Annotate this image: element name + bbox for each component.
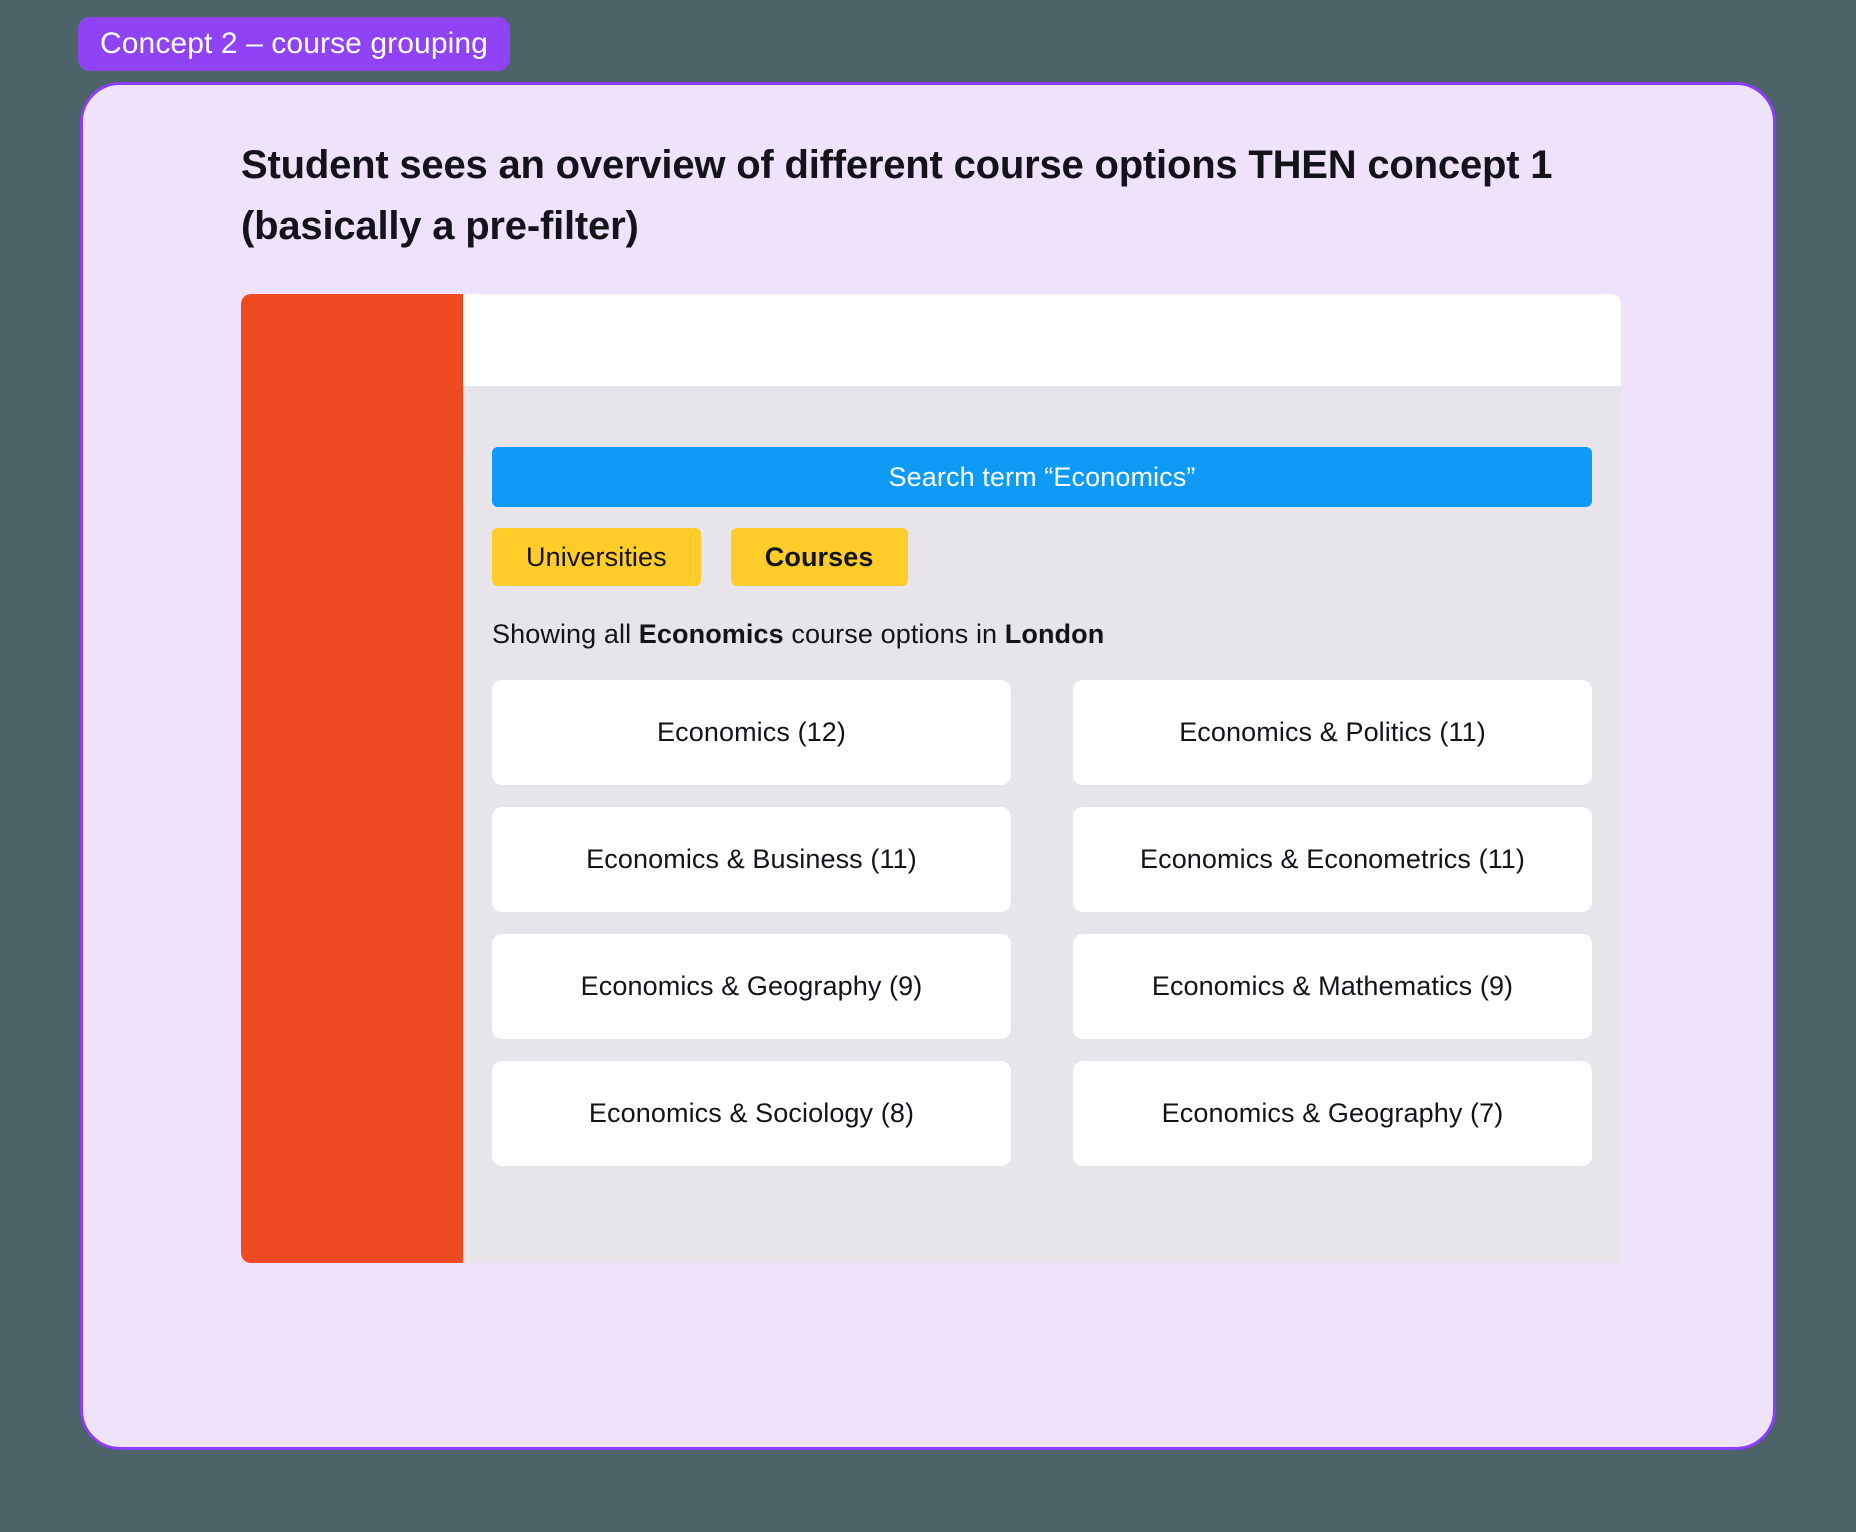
course-card[interactable]: Economics & Econometrics (11) <box>1073 807 1592 912</box>
app-mockup: Search term “Economics” Universities Cou… <box>241 294 1621 1263</box>
status-subject: Economics <box>638 619 784 649</box>
concept-panel: Student sees an overview of different co… <box>80 82 1776 1450</box>
tab-universities[interactable]: Universities <box>492 528 701 586</box>
course-card[interactable]: Economics & Geography (9) <box>492 934 1011 1039</box>
course-card[interactable]: Economics & Sociology (8) <box>492 1061 1011 1166</box>
tab-courses[interactable]: Courses <box>730 528 908 586</box>
course-card[interactable]: Economics & Business (11) <box>492 807 1011 912</box>
status-middle: course options in <box>783 619 1005 649</box>
course-card[interactable]: Economics & Mathematics (9) <box>1073 934 1592 1039</box>
concept-badge: Concept 2 – course grouping <box>78 17 510 71</box>
page-title: Student sees an overview of different co… <box>241 143 1553 248</box>
filter-tab-row: Universities Courses <box>492 528 1592 586</box>
mockup-topbar <box>463 294 1621 386</box>
mockup-sidebar <box>241 294 463 1263</box>
course-grid: Economics (12) Economics & Politics (11)… <box>492 680 1592 1166</box>
search-input[interactable]: Search term “Economics” <box>492 447 1592 507</box>
status-prefix: Showing all <box>492 619 639 649</box>
course-card[interactable]: Economics (12) <box>492 680 1011 785</box>
course-card[interactable]: Economics & Politics (11) <box>1073 680 1592 785</box>
mockup-body: Search term “Economics” Universities Cou… <box>463 294 1621 1263</box>
course-card[interactable]: Economics & Geography (7) <box>1073 1061 1592 1166</box>
mockup-content: Search term “Economics” Universities Cou… <box>463 386 1621 1263</box>
screenshot-canvas: Concept 2 – course grouping Student sees… <box>0 0 1856 1532</box>
results-status: Showing all Economics course options in … <box>492 619 1592 650</box>
status-location: London <box>1004 619 1105 649</box>
